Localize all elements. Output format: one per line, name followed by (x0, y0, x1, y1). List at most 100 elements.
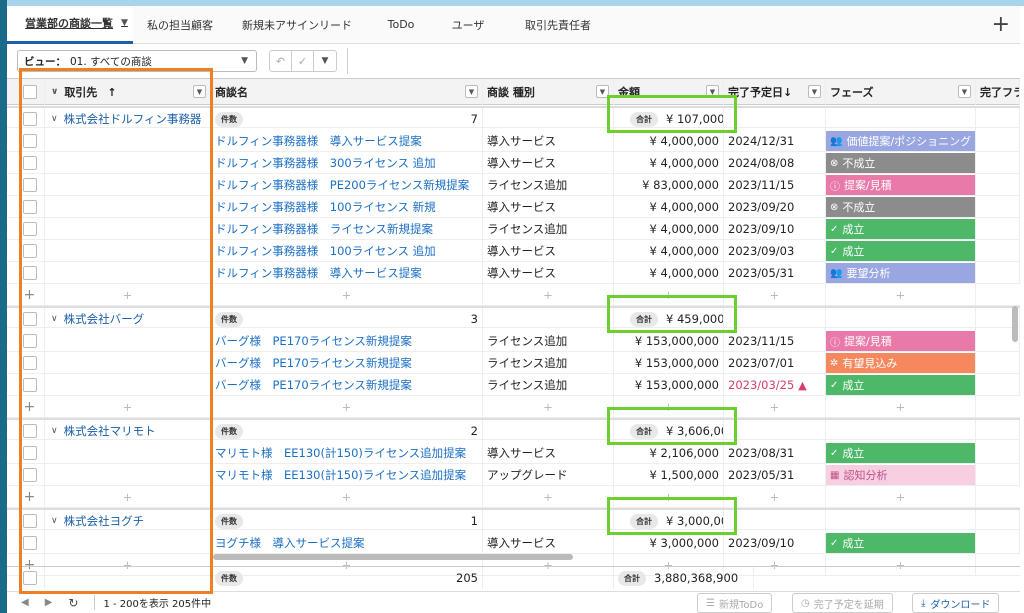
deal-name-link[interactable]: ドルフィン事務器様 導入サービス提案 (215, 265, 422, 281)
deal-name-link[interactable]: ヨグチ様 導入サービス提案 (215, 535, 365, 551)
deal-phase-cell[interactable]: ✓ 成立 (826, 532, 976, 554)
row-checkbox[interactable] (22, 424, 37, 438)
add-cell-icon[interactable]: + (614, 396, 724, 418)
deal-name-cell[interactable]: バーグ様 PE170ライセンス新規提案 (211, 352, 483, 374)
row-checkbox[interactable] (22, 112, 37, 126)
new-todo-button[interactable]: ☰ 新規ToDo (697, 593, 773, 613)
row-checkbox-cell[interactable] (15, 240, 45, 262)
deal-date-cell[interactable]: 2024/12/31 (724, 130, 826, 152)
column-header-account[interactable]: ∨ 取引先 ↑ ▼ (45, 79, 211, 105)
deal-amount-cell[interactable]: ¥ 83,000,000 (614, 174, 724, 196)
chevron-down-icon[interactable]: ▼ (314, 51, 336, 71)
undo-icon[interactable]: ↶ (270, 51, 292, 71)
add-cell-icon[interactable]: + (211, 486, 483, 508)
row-checkbox[interactable] (22, 571, 37, 585)
deal-amount-cell[interactable]: ¥ 4,000,000 (614, 218, 724, 240)
deal-name-cell[interactable]: マリモト様 EE130(計150)ライセンス追加提案 (211, 464, 483, 486)
group-account-cell[interactable]: ∨ 株式会社マリモト (45, 420, 211, 442)
row-checkbox-cell[interactable] (15, 420, 45, 442)
tab-todo[interactable]: ToDo (366, 6, 436, 44)
row-checkbox[interactable] (22, 356, 37, 370)
group-account-cell[interactable]: ∨ 株式会社ヨグチ (45, 510, 211, 532)
chevron-down-icon[interactable]: ▼ (808, 85, 821, 98)
deal-name-cell[interactable]: バーグ様 PE170ライセンス新規提案 (211, 330, 483, 352)
deal-phase-cell[interactable]: 👥 要望分析 (826, 262, 976, 284)
row-checkbox-cell[interactable] (15, 442, 45, 464)
row-checkbox-cell[interactable] (15, 218, 45, 240)
chevron-down-icon[interactable]: ∨ (51, 87, 58, 97)
chevron-down-icon[interactable]: ▼ (596, 85, 609, 98)
deal-phase-cell[interactable]: ⊗ 不成立 (826, 152, 976, 174)
deal-next-cell[interactable] (976, 374, 1020, 396)
deal-phase-cell[interactable]: 👥 価値提案/ポジショニング (826, 130, 976, 152)
deal-type-cell[interactable]: ライセンス追加 (483, 174, 614, 196)
chevron-down-icon[interactable]: ▼ (121, 18, 128, 28)
deal-name-cell[interactable]: ドルフィン事務器様 導入サービス提案 (211, 130, 483, 152)
download-button[interactable]: ⤓ ダウンロード (912, 593, 1000, 613)
add-cell-icon[interactable]: + (211, 396, 483, 418)
deal-date-cell[interactable]: 2024/08/08 (724, 152, 826, 174)
deal-name-link[interactable]: マリモト様 EE130(計150)ライセンス追加提案 (215, 445, 466, 461)
deal-name-link[interactable]: ドルフィン事務器様 100ライセンス 追加 (215, 243, 436, 259)
column-header-name[interactable]: 商談名 ▼ (211, 79, 483, 105)
deal-next-cell[interactable] (976, 196, 1020, 218)
deal-type-cell[interactable]: ライセンス追加 (483, 218, 614, 240)
row-checkbox[interactable] (22, 446, 37, 460)
row-checkbox[interactable] (22, 514, 37, 528)
deal-date-cell[interactable]: 2023/09/10 (724, 218, 826, 240)
tab-users[interactable]: ユーザ (436, 6, 500, 44)
deal-next-cell[interactable] (976, 152, 1020, 174)
row-checkbox-cell[interactable] (15, 152, 45, 174)
deal-amount-cell[interactable]: ¥ 153,000,000 (614, 374, 724, 396)
deal-phase-cell[interactable]: ⓘ 提案/見積 (826, 174, 976, 196)
deal-amount-cell[interactable]: ¥ 4,000,000 (614, 240, 724, 262)
deal-amount-cell[interactable]: ¥ 153,000,000 (614, 352, 724, 374)
deal-date-cell[interactable]: 2023/05/31 (724, 464, 826, 486)
refresh-icon[interactable]: ↻ (68, 596, 78, 610)
add-cell-icon[interactable]: + (483, 486, 614, 508)
next-page-icon[interactable]: ▶ (45, 597, 53, 608)
add-row-icon[interactable]: + (15, 486, 45, 508)
chevron-down-icon[interactable]: ▼ (958, 85, 971, 98)
row-checkbox[interactable] (22, 266, 37, 280)
deal-phase-cell[interactable]: ✓ 成立 (826, 442, 976, 464)
deal-type-cell[interactable]: ライセンス追加 (483, 352, 614, 374)
tab-contacts[interactable]: 取引先責任者 (500, 6, 616, 44)
deal-name-cell[interactable]: ヨグチ様 導入サービス提案 (211, 532, 483, 554)
deal-name-link[interactable]: バーグ様 PE170ライセンス新規提案 (215, 377, 412, 393)
add-cell-icon[interactable]: + (614, 284, 724, 306)
add-cell-icon[interactable]: + (724, 486, 826, 508)
deal-date-cell[interactable]: 2023/09/10 (724, 532, 826, 554)
deal-type-cell[interactable]: 導入サービス (483, 130, 614, 152)
row-checkbox-cell[interactable] (15, 108, 45, 130)
deal-next-cell[interactable] (976, 262, 1020, 284)
deal-next-cell[interactable] (976, 464, 1020, 486)
check-icon[interactable]: ✓ (292, 51, 314, 71)
row-checkbox[interactable] (22, 378, 37, 392)
deal-type-cell[interactable]: 導入サービス (483, 262, 614, 284)
add-cell-icon[interactable]: + (826, 396, 976, 418)
deal-type-cell[interactable]: 導入サービス (483, 152, 614, 174)
tab-my-customers[interactable]: 私の担当顧客 (133, 6, 228, 44)
deal-date-cell[interactable]: 2023/05/31 (724, 262, 826, 284)
deal-date-cell[interactable]: 2023/07/01 (724, 352, 826, 374)
deal-name-link[interactable]: ドルフィン事務器様 PE200ライセンス新規提案 (215, 177, 469, 193)
deal-name-link[interactable]: ドルフィン事務器様 ライセンス新規提案 (215, 221, 433, 237)
deal-date-cell[interactable]: 2023/09/20 (724, 196, 826, 218)
deal-date-cell[interactable]: 2023/09/03 (724, 240, 826, 262)
deal-name-link[interactable]: マリモト様 EE130(計150)ライセンス追加提案 (215, 467, 466, 483)
add-cell-icon[interactable]: + (826, 486, 976, 508)
deal-type-cell[interactable]: 導入サービス (483, 240, 614, 262)
row-checkbox[interactable] (22, 222, 37, 236)
add-cell-icon[interactable]: + (724, 396, 826, 418)
select-all[interactable] (15, 79, 45, 105)
deal-name-cell[interactable]: マリモト様 EE130(計150)ライセンス追加提案 (211, 442, 483, 464)
deal-amount-cell[interactable]: ¥ 4,000,000 (614, 262, 724, 284)
deal-name-link[interactable]: ドルフィン事務器様 100ライセンス 新規 (215, 199, 436, 215)
add-cell-icon[interactable]: + (826, 284, 976, 306)
deal-amount-cell[interactable]: ¥ 4,000,000 (614, 152, 724, 174)
add-cell-icon[interactable]: + (614, 486, 724, 508)
chevron-down-icon[interactable]: ∨ (51, 114, 58, 124)
row-checkbox-cell[interactable] (15, 567, 45, 589)
vertical-scrollbar[interactable] (1012, 306, 1018, 342)
